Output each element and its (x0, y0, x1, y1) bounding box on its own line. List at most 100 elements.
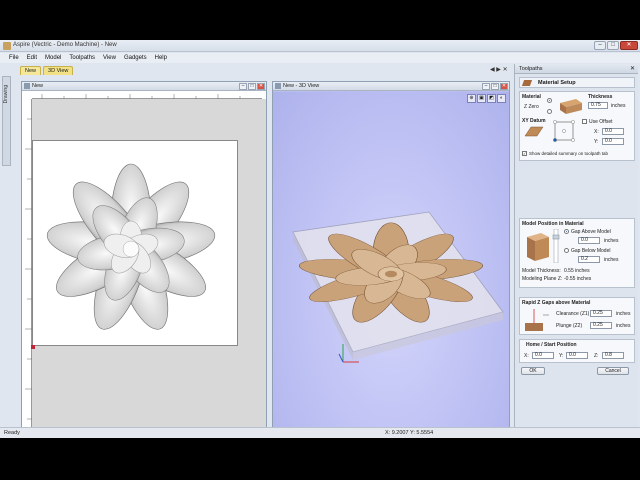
menu-file[interactable]: File (5, 53, 23, 63)
ruler-top (32, 92, 262, 99)
view-3d-titlebar: New - 3D View – □ ✕ (273, 82, 509, 91)
menu-edit[interactable]: Edit (23, 53, 41, 63)
material-setup-heading: Material Setup (519, 77, 635, 88)
home-z-input[interactable]: 0.8 (602, 352, 624, 359)
material-label: Material (522, 94, 541, 100)
view-3d[interactable]: New - 3D View – □ ✕ ⊕ ▣ ◩ ◐ (272, 81, 510, 438)
drawing-tab-label: Drawing (3, 85, 9, 104)
offset-y-input[interactable]: 0.0 (602, 138, 624, 145)
zoom-icon[interactable]: ⊕ (467, 94, 476, 103)
home-position-section: Home / Start Position X: 0.0 Y: 0.0 Z: 0… (519, 339, 635, 363)
modeling-plane-value: -0.55 inches (564, 276, 592, 282)
menu-gadgets[interactable]: Gadgets (120, 53, 151, 63)
gap-above-label: Gap Above Model (571, 229, 611, 235)
material-thickness-icon (560, 99, 582, 114)
model-position-section: Model Position in Material Gap Above Mod… (519, 218, 635, 288)
view-2d-icon (24, 83, 30, 89)
gap-below-radio[interactable] (564, 248, 569, 253)
view-3d-maximize-button[interactable]: □ (491, 83, 499, 90)
tab-new[interactable]: New (20, 66, 42, 75)
view-3d-title: New - 3D View (283, 83, 320, 89)
use-offset-checkbox[interactable] (582, 119, 587, 124)
plunge-input[interactable]: 0.25 (590, 322, 612, 329)
tab-3d-view[interactable]: 3D View (43, 66, 74, 75)
minimize-button[interactable]: – (594, 41, 606, 50)
thickness-units: inches (611, 103, 626, 109)
status-text: Ready (4, 430, 20, 436)
cursor-coordinates: X: 9.2007 Y: 5.5554 (385, 430, 434, 436)
menu-model[interactable]: Model (41, 53, 65, 63)
view-2d-close-button[interactable]: ✕ (257, 83, 265, 90)
gap-slider-icon[interactable] (552, 229, 560, 263)
clearance-label: Clearance (Z1) (556, 311, 590, 317)
view-3d-close-button[interactable]: ✕ (500, 83, 508, 90)
app-window: Aspire (Vectric - Demo Machine) - New – … (0, 40, 640, 438)
3d-canvas[interactable] (273, 92, 509, 438)
thickness-input[interactable]: 0.75 (588, 102, 608, 109)
material-sheet-2d[interactable] (32, 140, 238, 346)
gap-above-units: inches (604, 238, 619, 244)
model-position-label: Model Position in Material (522, 221, 584, 227)
zzero-bottom-radio[interactable] (547, 109, 552, 114)
view-cube-icon[interactable]: ◩ (487, 94, 496, 103)
flower-relief-3d (292, 211, 504, 363)
flower-relief-2d (46, 163, 216, 330)
view-2d-titlebar: New – □ ✕ (22, 82, 266, 91)
window-title: Aspire (Vectric - Demo Machine) - New (13, 42, 117, 48)
fit-view-icon[interactable]: ▣ (477, 94, 486, 103)
offset-x-input[interactable]: 0.0 (602, 128, 624, 135)
zzero-top-radio[interactable] (547, 98, 552, 103)
gap-below-units: inches (604, 257, 619, 263)
home-position-label: Home / Start Position (526, 342, 577, 348)
close-button[interactable]: ✕ (620, 41, 638, 50)
gap-below-input[interactable]: 0.2 (578, 256, 600, 263)
ruler-left (22, 99, 32, 438)
menu-toolpaths[interactable]: Toolpaths (65, 53, 99, 63)
maximize-button[interactable]: □ (607, 41, 619, 50)
view-2d-maximize-button[interactable]: □ (248, 83, 256, 90)
view-2d[interactable]: New – □ ✕ (21, 81, 267, 438)
show-summary-checkbox[interactable]: ✓ (522, 151, 527, 156)
use-offset-label: Use Offset (589, 119, 613, 125)
cancel-button[interactable]: Cancel (597, 367, 629, 375)
rapid-z-label: Rapid Z Gaps above Material (522, 300, 591, 306)
model-position-icon (527, 233, 549, 261)
view-3d-minimize-button[interactable]: – (482, 83, 490, 90)
model-thickness-value: 0.55 inches (564, 268, 590, 274)
menu-help[interactable]: Help (151, 53, 171, 63)
home-y-label: Y: (559, 353, 564, 359)
status-bar: Ready X: 9.2007 Y: 5.5554 (0, 427, 640, 438)
xy-datum-picker[interactable] (552, 119, 576, 145)
ok-button[interactable]: OK (521, 367, 545, 375)
plunge-label: Plunge (Z2) (556, 323, 583, 329)
gap-below-label: Gap Below Model (571, 248, 611, 254)
clearance-units: inches (616, 311, 631, 317)
material-section: Material Z Zero Thickness 0.75 inches XY… (519, 91, 635, 161)
panel-close-icon[interactable]: ✕ (630, 65, 635, 72)
ruler-top-ticks (41, 94, 241, 99)
view-3d-icon (275, 83, 281, 89)
toolpaths-panel-header: Toolpaths ✕ (515, 64, 638, 74)
home-y-input[interactable]: 0.0 (566, 352, 588, 359)
drawing-tab-strip[interactable]: Drawing (2, 76, 11, 166)
ruler-left-ticks (25, 118, 32, 420)
shading-icon[interactable]: ◐ (497, 94, 506, 103)
home-z-label: Z: (594, 353, 599, 359)
plunge-units: inches (616, 323, 631, 329)
menu-view[interactable]: View (99, 53, 120, 63)
home-x-label: X: (524, 353, 529, 359)
toolpaths-panel-title: Toolpaths (519, 66, 543, 72)
view-2d-title: New (32, 83, 44, 89)
offset-y-label: Y: (594, 139, 599, 145)
clearance-input[interactable]: 0.25 (590, 310, 612, 317)
gap-above-input[interactable]: 0.0 (578, 237, 600, 244)
tab-nav-arrows[interactable]: ◀ ▶ ✕ (490, 66, 508, 73)
toolpaths-panel: Toolpaths ✕ Material Setup Material Z Ze… (514, 64, 638, 438)
xy-datum-label: XY Datum (522, 118, 546, 124)
thickness-label: Thickness (588, 94, 613, 100)
menu-bar: File Edit Model Toolpaths View Gadgets H… (0, 53, 640, 63)
gap-above-radio[interactable] (564, 229, 569, 234)
view-2d-minimize-button[interactable]: – (239, 83, 247, 90)
home-x-input[interactable]: 0.0 (532, 352, 554, 359)
rapid-z-icon (525, 309, 549, 331)
